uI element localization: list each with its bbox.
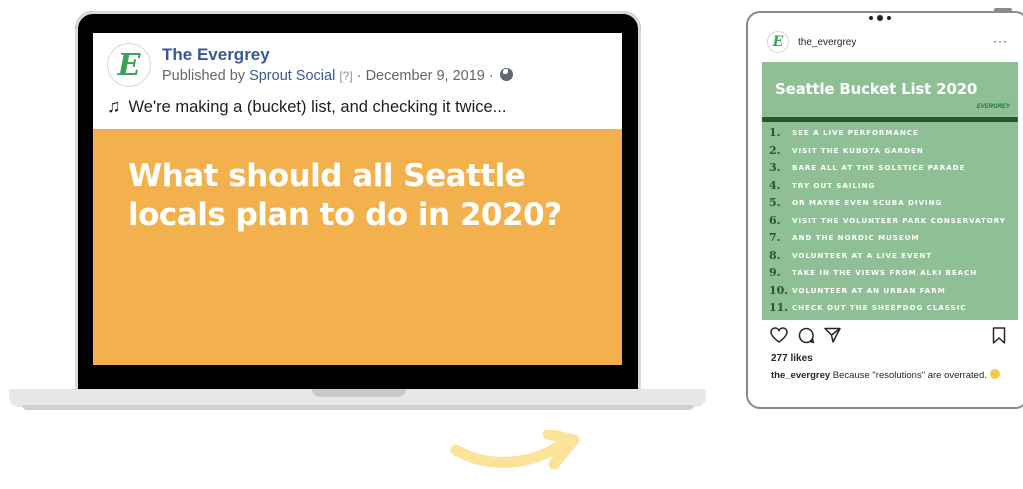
item-text: TAKE IN THE VIEWS FROM ALKI BEACH: [792, 268, 978, 278]
help-link[interactable]: [?]: [339, 69, 352, 83]
list-item: 4. TRY OUT SAILING: [769, 177, 1017, 195]
list-item: 1. SEE A LIVE PERFORMANCE: [769, 124, 1017, 142]
caption-text: Because "resolutions" are overrated.: [830, 370, 990, 381]
item-text: VOLUNTEER AT AN URBAN FARM: [792, 285, 946, 295]
instagram-post-header: E the_evergrey ···: [762, 26, 1018, 62]
list-item: 6. VISIT THE VOLUNTEER PARK CONSERVATORY: [769, 212, 1017, 230]
item-number: 4.: [769, 178, 781, 192]
item-text: VISIT THE VOLUNTEER PARK CONSERVATORY: [792, 215, 1006, 225]
item-text: OR MAYBE EVEN SCUBA DIVING: [792, 198, 943, 208]
list-item: 10. VOLUNTEER AT AN URBAN FARM: [769, 282, 1017, 300]
share-icon[interactable]: [824, 327, 841, 343]
ig-caption: the_evergrey Because "resolutions" are o…: [771, 369, 1011, 382]
comment-icon[interactable]: [798, 327, 815, 344]
post-image-text: What should all Seattle locals plan to d…: [128, 158, 562, 233]
title-divider: [762, 117, 1018, 122]
ig-post-image[interactable]: Seattle Bucket List 2020 EVERGREY 1. SEE …: [762, 62, 1018, 320]
item-number: 2.: [769, 143, 781, 157]
item-text: VOLUNTEER AT A LIVE EVENT: [792, 250, 932, 260]
ig-action-bar: [762, 320, 1018, 350]
item-text: BARE ALL AT THE SOLSTICE PARADE: [792, 163, 966, 173]
item-text: SEE A LIVE PERFORMANCE: [792, 128, 919, 138]
globe-icon[interactable]: [499, 68, 513, 81]
ig-avatar-letter: E: [772, 34, 784, 50]
more-options-icon[interactable]: ···: [993, 34, 1008, 48]
tablet-camera: [863, 14, 897, 22]
post-meta: Published by Sprout Social [?] · Decembe…: [162, 68, 513, 84]
list-item: 3. BARE ALL AT THE SOLSTICE PARADE: [769, 159, 1017, 177]
published-by-label: Published by: [162, 68, 250, 84]
ig-avatar[interactable]: E: [767, 31, 789, 53]
brand-wordmark: EVERGREY: [976, 104, 1010, 110]
instagram-post: E the_evergrey ··· Seattle Bucket List 2…: [762, 26, 1018, 394]
tablet-button: [994, 8, 1012, 12]
item-number: 11.: [769, 301, 789, 315]
laptop-notch: [312, 389, 406, 397]
item-number: 3.: [769, 161, 781, 175]
facebook-post: E The Evergrey Published by Sprout Socia…: [93, 33, 622, 365]
post-message: ♫ We're making a (bucket) list, and check…: [107, 96, 506, 117]
item-text: CHECK OUT THE SHEEPDOG CLASSIC: [792, 303, 967, 313]
item-number: 7.: [769, 231, 781, 245]
ig-username-link[interactable]: the_evergrey: [798, 37, 856, 48]
music-note-icon: ♫: [107, 96, 121, 116]
item-number: 10.: [769, 283, 789, 297]
list-item: 8. VOLUNTEER AT A LIVE EVENT: [769, 247, 1017, 265]
avatar-letter: E: [117, 47, 141, 83]
item-text: TRY OUT SAILING: [792, 180, 876, 190]
item-number: 9.: [769, 266, 781, 280]
list-item: 11. CHECK OUT THE SHEEPDOG CLASSIC: [769, 299, 1017, 317]
publisher-link[interactable]: Sprout Social: [249, 68, 335, 84]
post-message-text: We're making a (bucket) list, and checki…: [128, 98, 507, 116]
laptop-base-shadow: [22, 405, 694, 410]
item-number: 8.: [769, 248, 781, 262]
item-text: VISIT THE KUBOTA GARDEN: [792, 145, 924, 155]
item-number: 1.: [769, 126, 781, 140]
page-name-link[interactable]: The Evergrey: [162, 45, 270, 65]
bucket-list-title: Seattle Bucket List 2020: [775, 80, 978, 98]
list-item: 2. VISIT THE KUBOTA GARDEN: [769, 142, 1017, 160]
post-image[interactable]: What should all Seattle locals plan to d…: [93, 129, 622, 365]
like-count[interactable]: 277 likes: [771, 353, 813, 364]
list-item: 7. AND THE NORDIC MUSEUM: [769, 229, 1017, 247]
smile-emoji-icon: [989, 369, 1000, 379]
item-number: 6.: [769, 213, 781, 227]
item-text: AND THE NORDIC MUSEUM: [792, 233, 920, 243]
bucket-list: 1. SEE A LIVE PERFORMANCE 2. VISIT THE KUB…: [769, 124, 1017, 317]
page-avatar[interactable]: E: [107, 43, 151, 87]
list-item: 5. OR MAYBE EVEN SCUBA DIVING: [769, 194, 1017, 212]
post-date: · December 9, 2019 ·: [352, 68, 498, 84]
heart-icon[interactable]: [770, 327, 788, 343]
bookmark-icon[interactable]: [992, 327, 1006, 344]
facebook-post-header: E The Evergrey Published by Sprout Socia…: [93, 33, 622, 129]
list-item: 9. TAKE IN THE VIEWS FROM ALKI BEACH: [769, 264, 1017, 282]
item-number: 5.: [769, 196, 781, 210]
arrow-icon: [450, 430, 580, 470]
caption-username[interactable]: the_evergrey: [771, 370, 830, 381]
